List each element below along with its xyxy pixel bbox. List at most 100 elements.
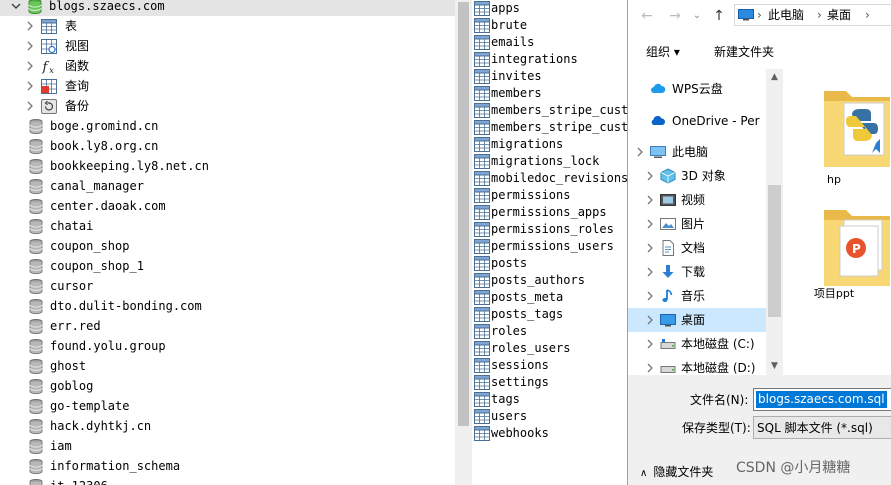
hide-folders-button[interactable]: ∧ 隐藏文件夹 — [640, 465, 713, 481]
database-icon — [29, 119, 43, 134]
tree-database-item[interactable]: coupon_shop_1 — [0, 256, 455, 276]
back-button[interactable]: ← — [638, 7, 656, 25]
chevron-right-icon[interactable] — [644, 362, 656, 374]
chevron-right-icon[interactable] — [24, 60, 36, 72]
address-segment-computer[interactable]: 此电脑 — [768, 8, 804, 22]
tree-database-item[interactable]: center.daoak.com — [0, 196, 455, 216]
tree-database-item[interactable]: information_schema — [0, 456, 455, 476]
chevron-right-icon[interactable] — [634, 146, 646, 158]
tree-subitem-views[interactable]: 视图 — [0, 36, 455, 56]
nav-item-wps-cloud[interactable]: WPS云盘 — [628, 77, 766, 101]
nav-item-videos[interactable]: 视频 — [628, 188, 766, 212]
file-item-project-ppt[interactable]: P 项目ppt — [794, 194, 884, 304]
filename-value[interactable]: blogs.szaecs.com.sql — [756, 391, 887, 408]
pictures-icon — [660, 218, 676, 230]
chevron-right-icon[interactable] — [644, 242, 656, 254]
tree-database-item[interactable]: cursor — [0, 276, 455, 296]
nav-item-3d-objects[interactable]: 3D 对象 — [628, 164, 766, 188]
filename-input[interactable]: blogs.szaecs.com.sql — [753, 388, 891, 411]
new-folder-button[interactable]: 新建文件夹 — [714, 45, 774, 59]
dialog-navbar: ← → ⌄ ↑ › 此电脑 › 桌面 › — [628, 0, 891, 34]
nav-pane-scrollbar-thumb[interactable] — [768, 185, 781, 317]
tree-database-item[interactable]: canal_manager — [0, 176, 455, 196]
tree-database-label: go-template — [50, 399, 130, 413]
nav-item-music[interactable]: 音乐 — [628, 284, 766, 308]
nav-item-desktop[interactable]: 桌面 — [628, 308, 766, 332]
chevron-right-icon[interactable] — [24, 40, 36, 52]
chevron-right-icon[interactable] — [24, 100, 36, 112]
tree-database-item[interactable]: found.yolu.group — [0, 336, 455, 356]
chevron-down-icon[interactable] — [10, 0, 22, 12]
tree-database-item[interactable]: ghost — [0, 356, 455, 376]
tree-database-item[interactable]: it_12306 — [0, 476, 455, 485]
nav-item-disk-d[interactable]: 本地磁盘 (D:) — [628, 356, 766, 375]
computer-icon — [650, 146, 666, 158]
tree-scrollbar-thumb[interactable] — [458, 2, 469, 426]
documents-icon — [662, 240, 674, 256]
tree-subitem-label: 视图 — [65, 39, 90, 53]
filetype-label: 保存类型(T): — [682, 421, 751, 435]
table-icon — [474, 137, 490, 152]
chevron-right-icon[interactable] — [644, 338, 656, 350]
backup-icon — [41, 99, 57, 114]
tree-subitem-backups[interactable]: 备份 — [0, 96, 455, 116]
forward-button[interactable]: → — [666, 7, 684, 25]
nav-item-label: 文档 — [681, 241, 706, 255]
wps-cloud-icon — [651, 83, 666, 93]
table-icon — [474, 69, 490, 84]
address-segment-desktop[interactable]: 桌面 — [827, 8, 851, 22]
tree-subitem-functions[interactable]: f x 函数 — [0, 56, 455, 76]
tree-database-item[interactable]: bookkeeping.ly8.net.cn — [0, 156, 455, 176]
chevron-right-icon[interactable] — [644, 218, 656, 230]
table-icon — [474, 239, 490, 254]
chevron-right-icon[interactable] — [644, 170, 656, 182]
filetype-select[interactable]: SQL 脚本文件 (*.sql) — [753, 416, 891, 439]
tree-database-item[interactable]: iam — [0, 436, 455, 456]
nav-item-documents[interactable]: 文档 — [628, 236, 766, 260]
tree-subitem-tables[interactable]: 表 — [0, 16, 455, 36]
tree-database-label: iam — [50, 439, 72, 453]
database-icon — [29, 159, 43, 174]
scroll-up-icon[interactable]: ▲ — [766, 69, 783, 86]
recent-locations-icon[interactable]: ⌄ — [688, 7, 706, 25]
table-name: invites — [491, 69, 542, 83]
table-icon — [474, 120, 490, 135]
nav-item-onedrive[interactable]: OneDrive - Per — [628, 109, 766, 133]
file-item-hp[interactable]: hp — [794, 69, 884, 194]
nav-item-this-pc[interactable]: 此电脑 — [628, 140, 766, 164]
tree-database-item[interactable]: boge.gromind.cn — [0, 116, 455, 136]
tree-database-item[interactable]: err.red — [0, 316, 455, 336]
chevron-right-icon[interactable] — [644, 314, 656, 326]
nav-pane-scrollbar[interactable]: ▲ ▼ — [766, 69, 783, 375]
chevron-right-icon[interactable] — [644, 290, 656, 302]
table-icon — [474, 375, 490, 390]
tree-database-item[interactable]: book.ly8.org.cn — [0, 136, 455, 156]
database-icon — [29, 339, 43, 354]
database-tree: blogs.szaecs.com 表 视图 f x 函数 查询 备份 boge.… — [0, 0, 455, 485]
tree-connection-selected[interactable]: blogs.szaecs.com — [0, 0, 455, 16]
table-name: integrations — [491, 52, 578, 66]
address-bar[interactable]: › 此电脑 › 桌面 › — [734, 4, 891, 26]
organize-button[interactable]: 组织 ▾ — [646, 45, 680, 59]
chevron-right-icon[interactable] — [24, 20, 36, 32]
table-name: tags — [491, 392, 520, 406]
chevron-right-icon[interactable] — [644, 266, 656, 278]
tree-database-item[interactable]: hack.dyhtkj.cn — [0, 416, 455, 436]
nav-item-pictures[interactable]: 图片 — [628, 212, 766, 236]
chevron-right-icon[interactable] — [24, 80, 36, 92]
scroll-down-icon[interactable]: ▼ — [766, 358, 783, 375]
tree-scrollbar[interactable] — [455, 0, 472, 485]
tree-database-item[interactable]: goblog — [0, 376, 455, 396]
chevron-right-icon[interactable] — [644, 194, 656, 206]
tree-database-item[interactable]: go-template — [0, 396, 455, 416]
tree-database-label: err.red — [50, 319, 101, 333]
nav-item-downloads[interactable]: 下载 — [628, 260, 766, 284]
tree-database-label: ghost — [50, 359, 87, 373]
tree-database-item[interactable]: chatai — [0, 216, 455, 236]
tree-database-item[interactable]: coupon_shop — [0, 236, 455, 256]
up-button[interactable]: ↑ — [710, 7, 728, 25]
database-icon — [29, 359, 43, 374]
tree-subitem-queries[interactable]: 查询 — [0, 76, 455, 96]
tree-database-item[interactable]: dto.dulit-bonding.com — [0, 296, 455, 316]
nav-item-disk-c[interactable]: 本地磁盘 (C:) — [628, 332, 766, 356]
